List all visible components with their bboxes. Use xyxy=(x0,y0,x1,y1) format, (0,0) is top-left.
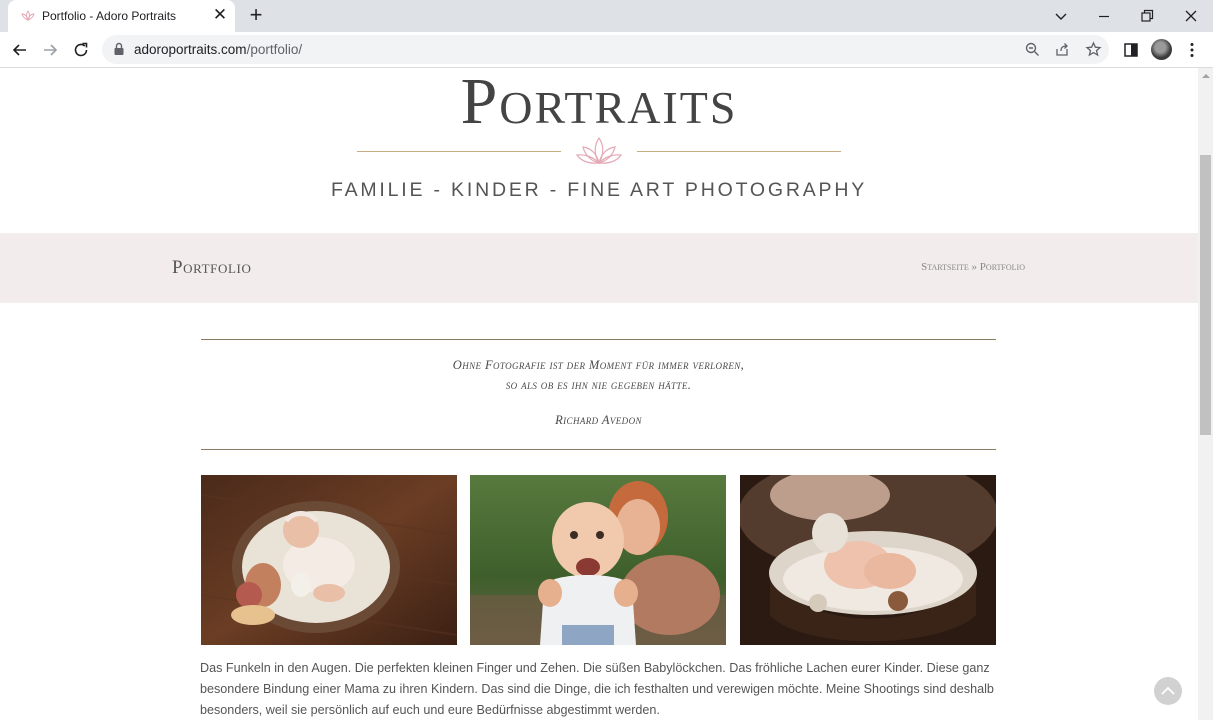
page-viewport: Portraits FAMILIE - KINDER - FINE ART PH… xyxy=(0,68,1198,720)
tab-search-chevron-down-icon[interactable] xyxy=(1051,6,1071,26)
breadcrumb-home-link[interactable]: Startseite xyxy=(921,261,969,273)
logo-divider-left xyxy=(357,151,561,152)
site-tagline: FAMILIE - KINDER - FINE ART PHOTOGRAPHY xyxy=(330,179,868,201)
forward-arrow-icon[interactable] xyxy=(40,40,60,60)
photo-mother-baby[interactable] xyxy=(470,475,726,645)
quote-top-rule xyxy=(201,339,996,340)
scroll-up-arrow-icon[interactable] xyxy=(1201,72,1211,80)
photo-newborn-feet[interactable] xyxy=(740,475,996,645)
url-domain: adoroportraits.com xyxy=(134,42,247,57)
photo-newborn-feet-image xyxy=(740,475,996,645)
photo-mother-baby-image xyxy=(470,475,726,645)
url-text[interactable]: adoroportraits.com/portfolio/ xyxy=(134,42,302,57)
url-path: /portfolio/ xyxy=(246,42,303,57)
star-icon[interactable] xyxy=(1085,41,1102,58)
breadcrumb-separator: » xyxy=(971,261,978,273)
page-title: Portfolio xyxy=(172,257,252,278)
breadcrumb: Startseite » Portfolio xyxy=(921,261,1025,273)
quote-author: Richard Avedon xyxy=(555,413,642,427)
tab-title: Portfolio - Adoro Portraits xyxy=(42,9,177,23)
back-to-top-button[interactable] xyxy=(1154,677,1182,705)
side-panel-icon[interactable] xyxy=(1121,40,1141,60)
restore-icon[interactable] xyxy=(1137,6,1157,26)
tab-strip: Portfolio - Adoro Portraits ✕ + xyxy=(0,0,1213,32)
new-tab-plus-icon[interactable]: + xyxy=(245,4,267,27)
address-bar[interactable]: adoroportraits.com/portfolio/ xyxy=(102,35,1109,64)
site-logo-text[interactable]: Portraits xyxy=(0,68,1198,140)
zoom-icon[interactable] xyxy=(1024,41,1041,58)
lotus-logo-icon xyxy=(575,136,623,165)
share-icon[interactable] xyxy=(1054,41,1071,58)
back-arrow-icon[interactable] xyxy=(10,40,30,60)
active-tab[interactable]: Portfolio - Adoro Portraits ✕ xyxy=(8,0,235,32)
window-close-icon[interactable] xyxy=(1181,6,1201,26)
scrollbar-thumb[interactable] xyxy=(1200,155,1211,435)
minimize-icon[interactable] xyxy=(1094,6,1114,26)
page-title-band: Portfolio Startseite » Portfolio xyxy=(0,233,1198,303)
tab-close-icon[interactable]: ✕ xyxy=(212,6,228,23)
reload-icon[interactable] xyxy=(71,40,91,60)
photo-newborn-basket-image xyxy=(201,475,457,645)
browser-toolbar: adoroportraits.com/portfolio/ xyxy=(0,32,1213,68)
quote-bottom-rule xyxy=(201,449,996,450)
menu-dots-icon[interactable] xyxy=(1182,40,1202,60)
quote-line-2: so als ob es ihn nie gegeben hätte. xyxy=(505,378,692,392)
logo-divider-right xyxy=(637,151,841,152)
profile-avatar[interactable] xyxy=(1151,39,1172,60)
lock-icon[interactable] xyxy=(112,42,126,56)
quote-line-1: Ohne Fotografie ist der Moment für immer… xyxy=(452,358,745,372)
breadcrumb-current: Portfolio xyxy=(979,261,1025,273)
favicon-lotus-icon xyxy=(21,10,35,21)
intro-paragraph: Das Funkeln in den Augen. Die perfekten … xyxy=(200,661,994,717)
chevron-up-icon xyxy=(1161,686,1175,695)
photo-newborn-basket[interactable] xyxy=(201,475,457,645)
